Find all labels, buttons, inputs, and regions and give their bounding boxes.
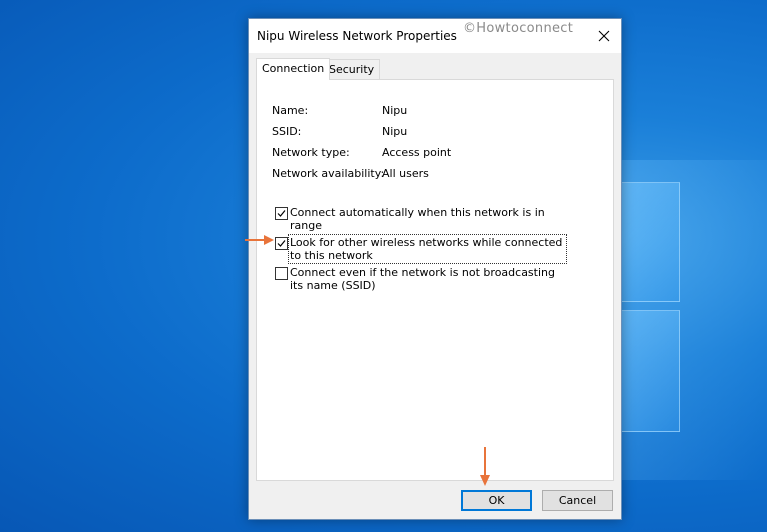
annotation-arrow-right-icon: [245, 235, 274, 245]
option-label[interactable]: Connect automatically when this network …: [290, 206, 565, 232]
checkmark-icon: [277, 210, 286, 217]
property-label: Network type:: [272, 146, 350, 159]
option-label[interactable]: Look for other wireless networks while c…: [288, 234, 567, 264]
property-value: All users: [382, 167, 429, 180]
tab-security[interactable]: Security: [323, 59, 381, 80]
checkbox-connect-not-broadcasting[interactable]: [275, 267, 288, 280]
windows-logo-pane: [620, 310, 680, 432]
title-bar[interactable]: Nipu Wireless Network Properties ©Howtoc…: [249, 19, 621, 53]
property-label: Name:: [272, 104, 309, 117]
annotation-arrow-down-icon: [480, 447, 490, 486]
property-value: Nipu: [382, 104, 408, 117]
close-icon: [598, 30, 610, 42]
checkbox-connect-automatically[interactable]: [275, 207, 288, 220]
watermark: ©Howtoconnect: [463, 21, 574, 36]
ok-button[interactable]: OK: [461, 490, 532, 511]
tab-connection[interactable]: Connection: [256, 58, 331, 80]
checkmark-icon: [277, 240, 286, 247]
windows-logo-pane: [620, 182, 680, 302]
option-label[interactable]: Connect even if the network is not broad…: [290, 266, 565, 292]
property-label: Network availability:: [272, 167, 385, 180]
property-value: Access point: [382, 146, 452, 159]
checkbox-look-for-other-networks[interactable]: [275, 237, 288, 250]
cancel-button[interactable]: Cancel: [542, 490, 613, 511]
close-button[interactable]: [587, 19, 621, 53]
property-value: Nipu: [382, 125, 408, 138]
property-label: SSID:: [272, 125, 302, 138]
dialog-title: Nipu Wireless Network Properties: [257, 29, 457, 43]
network-properties-dialog: Nipu Wireless Network Properties ©Howtoc…: [248, 18, 622, 520]
connection-panel: Name: Nipu SSID: Nipu Network type: Acce…: [256, 79, 614, 481]
